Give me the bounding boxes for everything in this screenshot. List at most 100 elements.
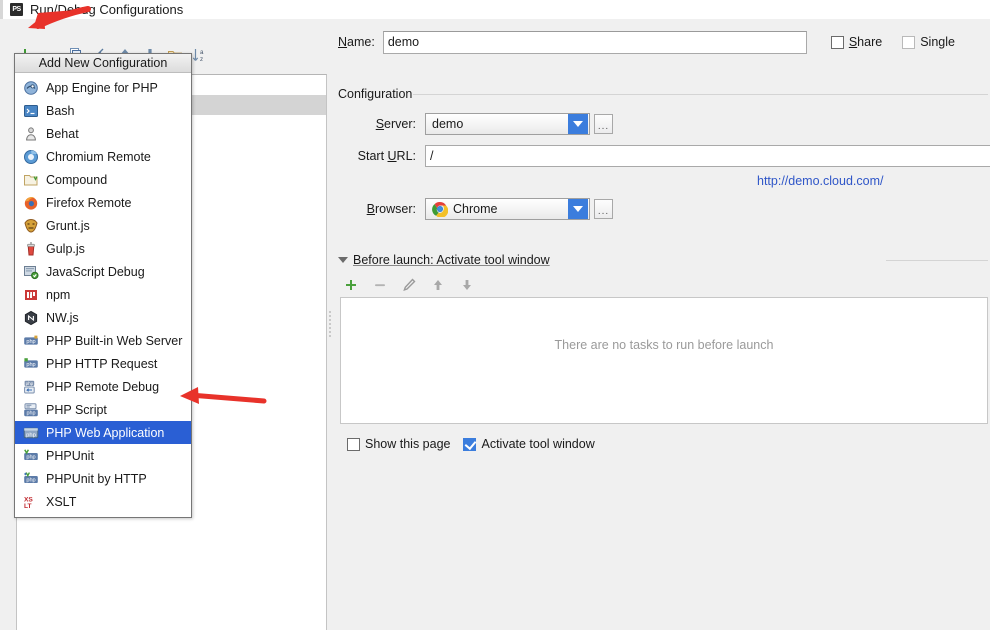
window-edge — [0, 0, 3, 19]
remove-task-button[interactable] — [369, 274, 391, 296]
name-row: Name: Share Single — [338, 30, 988, 54]
browser-value-wrap: Chrome — [426, 201, 568, 217]
activate-tool-window-checkbox[interactable]: Activate tool window — [463, 437, 595, 451]
chevron-down-icon[interactable] — [338, 257, 348, 263]
dialog-title: Run/Debug Configurations — [30, 2, 184, 17]
popup-item-label: PHP Remote Debug — [46, 379, 160, 394]
bash-icon — [24, 104, 38, 117]
popup-item-compound[interactable]: Compound — [15, 168, 191, 191]
start-url-input[interactable] — [425, 145, 990, 167]
popup-item-php-remote-debug[interactable]: php PHP Remote Debug — [15, 375, 191, 398]
chevron-down-icon[interactable] — [568, 199, 588, 219]
svg-text:a: a — [200, 49, 204, 56]
svg-text:php: php — [26, 432, 36, 438]
phpunit-icon: php — [24, 448, 38, 460]
svg-text:LT: LT — [24, 503, 32, 510]
server-combobox[interactable]: demo — [425, 113, 590, 135]
popup-item-phpunit-by-http[interactable]: php PHPUnit by HTTP — [15, 467, 191, 490]
popup-item-label: Chromium Remote — [46, 149, 151, 164]
npm-icon — [25, 289, 37, 300]
popup-item-gulp-js[interactable]: Gulp.js — [15, 237, 191, 260]
popup-item-behat[interactable]: Behat — [15, 122, 191, 145]
task-move-down-button[interactable] — [456, 274, 478, 296]
popup-item-php-http-request[interactable]: php PHP HTTP Request — [15, 352, 191, 375]
name-label: Name: — [338, 35, 375, 49]
share-label: Share — [848, 35, 883, 49]
firefox-icon — [24, 196, 38, 210]
sort-button[interactable]: a z — [189, 44, 211, 66]
add-task-button[interactable] — [340, 274, 362, 296]
before-launch-title: Before launch: Activate tool window — [353, 253, 550, 267]
popup-item-label: Behat — [46, 126, 79, 141]
single-instance-checkbox[interactable]: Single — [902, 35, 955, 49]
show-this-page-checkbox-box[interactable] — [347, 437, 360, 451]
server-browse-button[interactable]: ... — [594, 114, 613, 134]
share-checkbox[interactable]: Share — [830, 35, 883, 49]
popup-item-list: App Engine for PHP Bash Behat Chromium R… — [15, 73, 191, 517]
popup-item-app-engine-for-php[interactable]: App Engine for PHP — [15, 76, 191, 99]
run-debug-configurations-dialog: PS Run/Debug Configurations a z Name: de… — [0, 0, 990, 630]
popup-item-label: NW.js — [46, 310, 79, 325]
compound-icon — [24, 174, 38, 185]
svg-text:php: php — [26, 477, 35, 483]
gulp-icon — [27, 241, 35, 255]
edit-task-button[interactable] — [398, 274, 420, 296]
svg-text:php: php — [26, 381, 34, 386]
add-new-configuration-popup[interactable]: Add New Configuration App Engine for PHP… — [14, 53, 192, 518]
popup-item-npm[interactable]: npm — [15, 283, 191, 306]
popup-item-bash[interactable]: Bash — [15, 99, 191, 122]
single-instance-label: Single — [920, 35, 955, 49]
popup-item-firefox-remote[interactable]: Firefox Remote — [15, 191, 191, 214]
browser-browse-button[interactable]: ... — [594, 199, 613, 219]
browser-label: Browser: — [366, 202, 416, 216]
svg-text:php: php — [26, 454, 35, 460]
browser-combobox[interactable]: Chrome — [425, 198, 590, 220]
start-url-label: Start URL: — [357, 149, 416, 163]
popup-header: Add New Configuration — [15, 54, 191, 73]
popup-item-nw-js[interactable]: NW.js — [15, 306, 191, 329]
group-divider — [886, 260, 988, 261]
popup-item-label: XSLT — [46, 494, 77, 509]
before-launch-header[interactable]: Before launch: Activate tool window — [338, 253, 550, 267]
php-icon: php — [24, 357, 38, 368]
show-this-page-checkbox[interactable]: Show this page — [347, 437, 450, 451]
server-value: demo — [432, 117, 464, 131]
resolved-url-link[interactable]: http://demo.cloud.com/ — [757, 174, 883, 188]
popup-item-chromium-remote[interactable]: Chromium Remote — [15, 145, 191, 168]
popup-item-label: PHPUnit — [46, 448, 94, 463]
name-input[interactable] — [382, 30, 807, 54]
php-icon: php — [24, 380, 35, 393]
single-instance-checkbox-box[interactable] — [902, 35, 916, 49]
popup-item-javascript-debug[interactable]: JavaScript Debug — [15, 260, 191, 283]
popup-item-label: Bash — [46, 103, 75, 118]
dialog-titlebar: PS Run/Debug Configurations — [0, 0, 990, 19]
popup-item-label: Gulp.js — [46, 241, 85, 256]
php-web-application-item[interactable]: php PHP Web Application — [15, 421, 191, 444]
chevron-down-icon[interactable] — [568, 114, 588, 134]
popup-item-xslt[interactable]: XS LT XSLT — [15, 490, 191, 513]
popup-item-label: PHP Built-in Web Server — [46, 333, 183, 348]
activate-tool-window-checkbox-box[interactable] — [463, 437, 477, 451]
svg-text:php: php — [26, 362, 35, 368]
behat-icon — [26, 126, 36, 140]
javascript-debug-icon — [24, 265, 39, 279]
popup-item-grunt-js[interactable]: Grunt.js — [15, 214, 191, 237]
browser-value: Chrome — [453, 202, 498, 216]
before-launch-empty-message: There are no tasks to run before launch — [554, 338, 774, 352]
phpunit-icon: php — [24, 471, 38, 483]
group-divider — [413, 94, 988, 95]
popup-item-php-built-in-web-server[interactable]: php PHP Built-in Web Server — [15, 329, 191, 352]
popup-item-label: Compound — [46, 172, 108, 187]
share-checkbox-box[interactable] — [830, 35, 844, 49]
show-this-page-label: Show this page — [365, 437, 451, 451]
svg-text:php: php — [27, 410, 36, 416]
splitter-grip[interactable] — [328, 309, 332, 351]
popup-item-label: PHP Web Application — [46, 425, 165, 440]
before-launch-task-list[interactable]: There are no tasks to run before launch — [340, 297, 988, 424]
phpstorm-icon: PS — [10, 3, 23, 16]
popup-item-label: npm — [46, 287, 71, 302]
task-move-up-button[interactable] — [427, 274, 449, 296]
popup-item-php-script[interactable]: php PHP Script — [15, 398, 191, 421]
popup-item-phpunit[interactable]: php PHPUnit — [15, 444, 191, 467]
start-url-row: Start URL: — [338, 145, 990, 167]
